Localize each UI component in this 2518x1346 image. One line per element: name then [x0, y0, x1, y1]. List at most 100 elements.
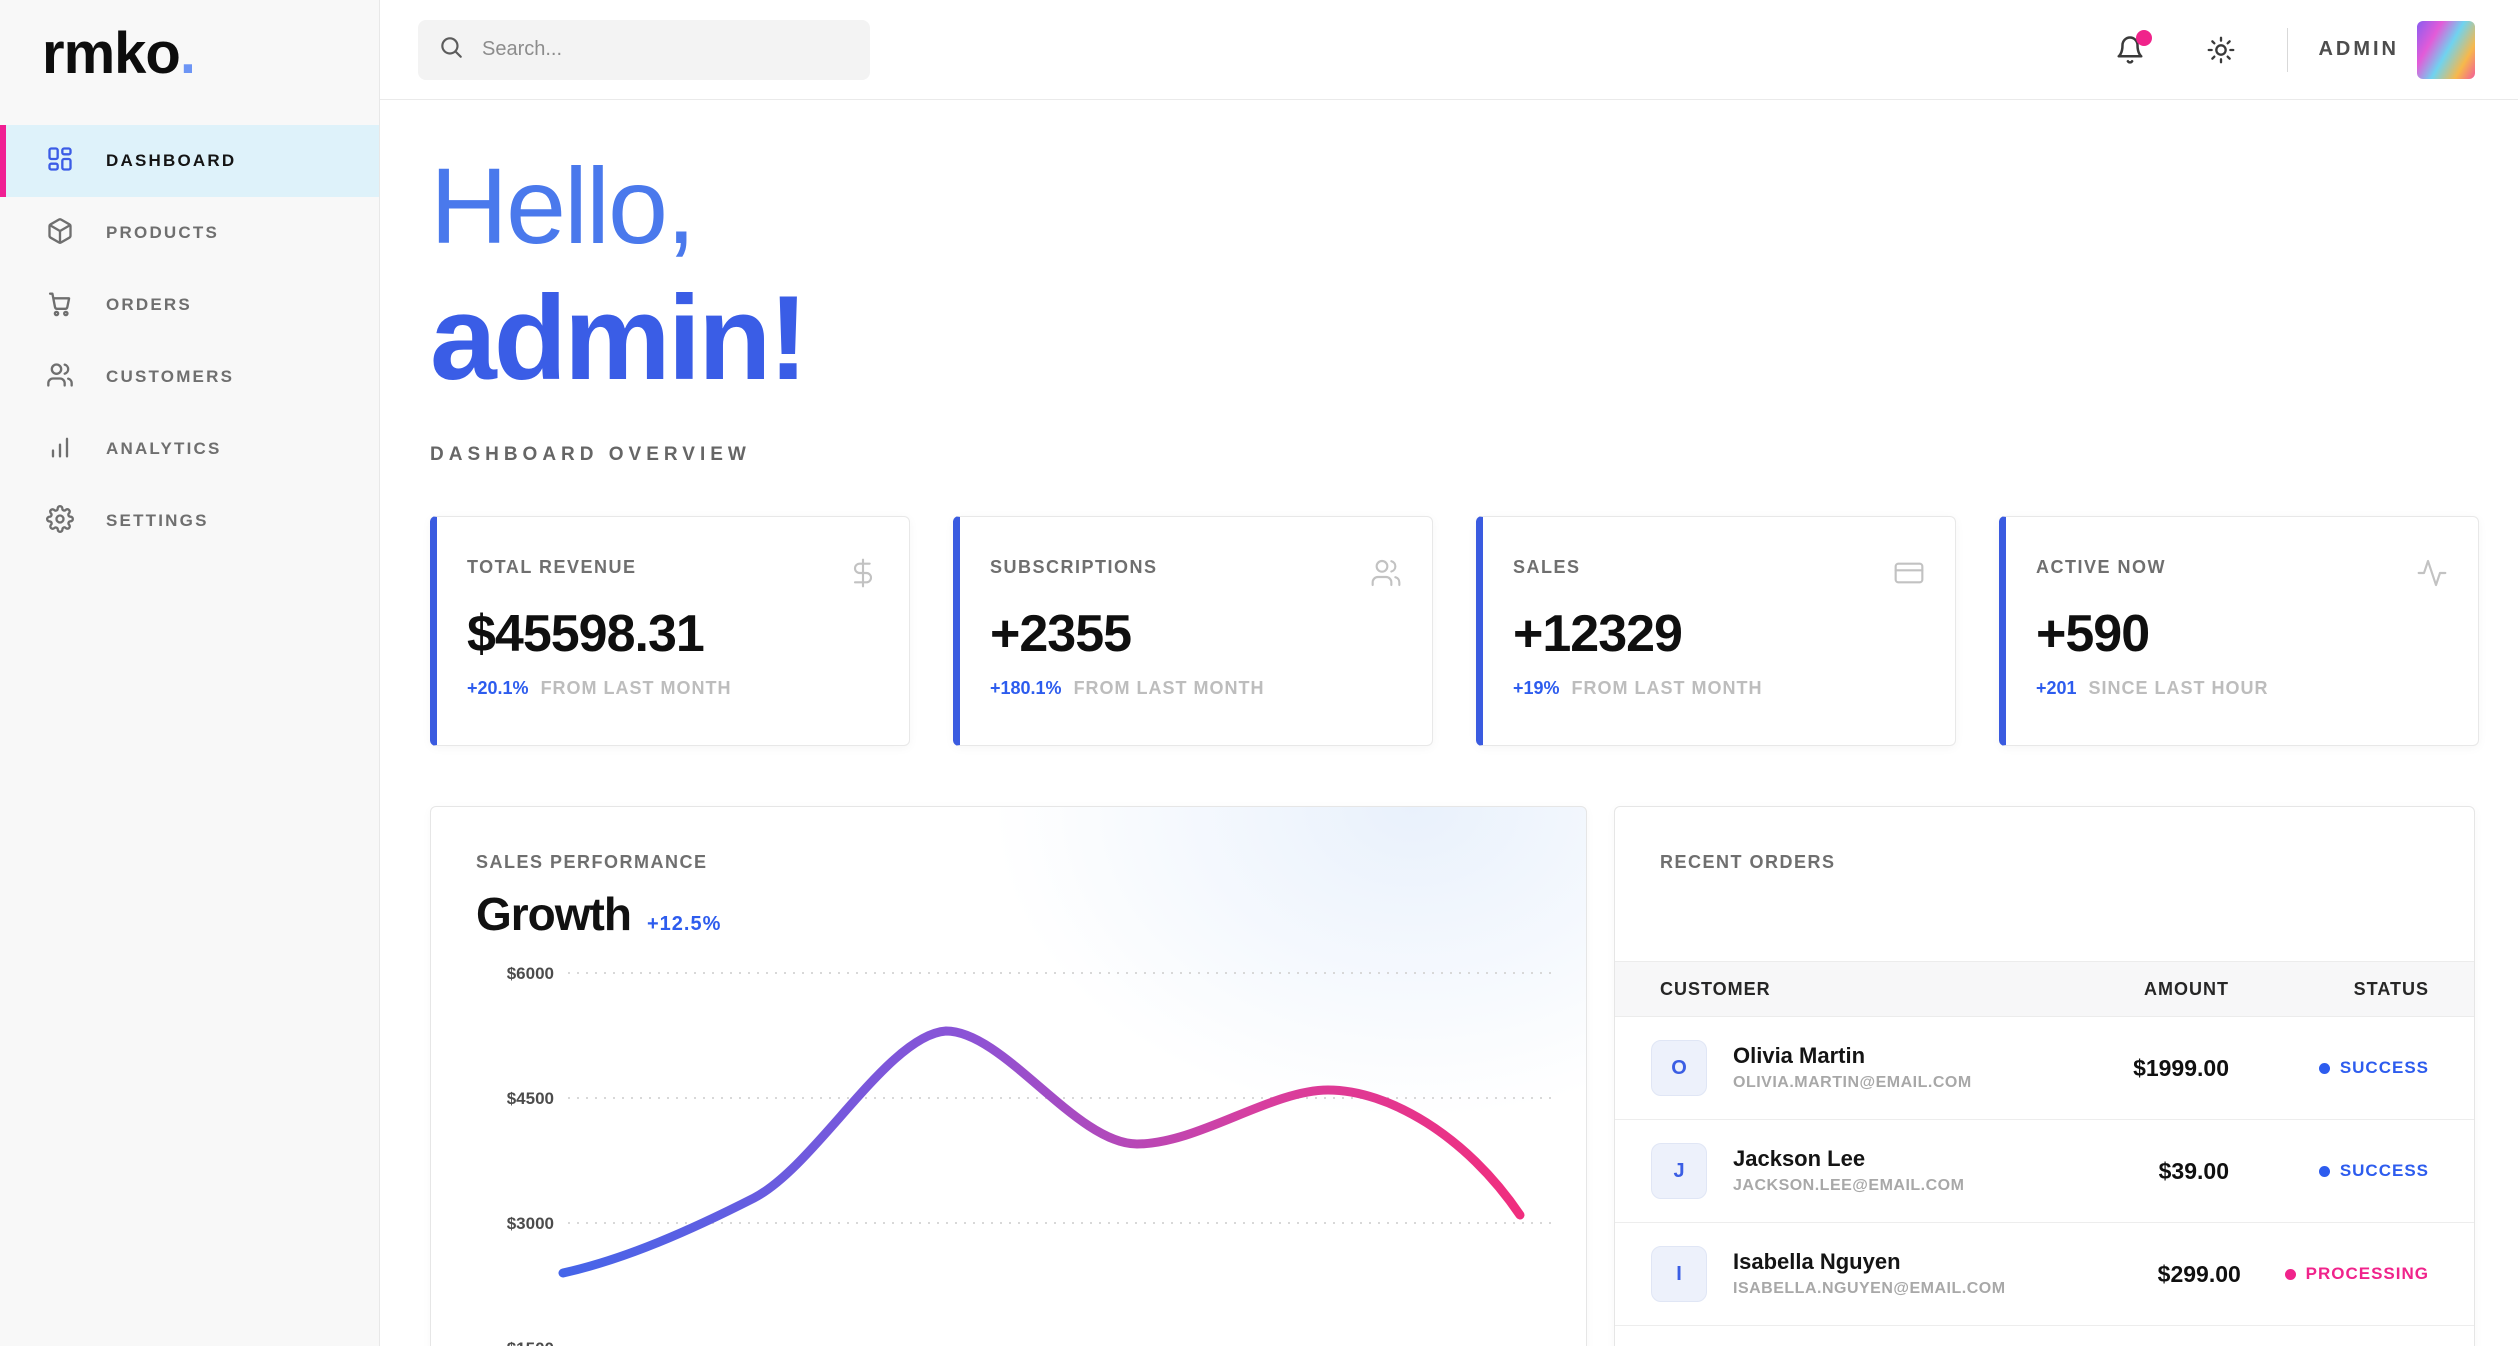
stat-value: +590: [2036, 604, 2448, 664]
sidebar-item-label: SETTINGS: [106, 511, 209, 531]
sidebar-item-customers[interactable]: CUSTOMERS: [0, 341, 379, 413]
y-tick-label: $4500: [507, 1089, 554, 1108]
y-tick-label: $3000: [507, 1214, 554, 1233]
stat-delta: +201: [2036, 678, 2077, 699]
stat-note: FROM LAST MONTH: [1074, 678, 1265, 699]
stat-delta: +19%: [1513, 678, 1560, 699]
status-badge: SUCCESS: [2229, 1058, 2429, 1078]
stat-value: +2355: [990, 604, 1402, 664]
sidebar-item-label: ORDERS: [106, 295, 192, 315]
table-row[interactable]: J Jackson Lee JACKSON.LEE@EMAIL.COM $39.…: [1615, 1120, 2474, 1223]
stat-card-active-now: ACTIVE NOW +590 +201 SINCE LAST HOUR: [1999, 516, 2479, 746]
stat-card-subscriptions: SUBSCRIPTIONS +2355 +180.1% FROM LAST MON…: [953, 516, 1433, 746]
avatar[interactable]: [2417, 21, 2475, 79]
top-bar: ADMIN: [380, 0, 2518, 100]
dashboard-grid-icon: [46, 145, 74, 178]
growth-line-series: [563, 1031, 1520, 1273]
recent-orders-card: RECENT ORDERS CUSTOMER AMOUNT STATUS O O…: [1614, 806, 2475, 1346]
status-dot-icon: [2319, 1166, 2330, 1177]
orders-title: RECENT ORDERS: [1615, 852, 2474, 873]
sidebar-item-orders[interactable]: ORDERS: [0, 269, 379, 341]
sidebar-menu: DASHBOARD PRODUCTS ORDERS CUSTOMERS: [0, 125, 379, 557]
page-subtitle: DASHBOARD OVERVIEW: [430, 444, 2479, 466]
sales-performance-card: SALES PERFORMANCE Growth +12.5%: [430, 806, 1587, 1346]
logo-text: rmko: [42, 21, 180, 86]
customer-initial-avatar: I: [1651, 1246, 1707, 1302]
orders-table-header: CUSTOMER AMOUNT STATUS: [1615, 961, 2474, 1017]
customer-name: Isabella Nguyen: [1733, 1250, 2006, 1274]
panels-row: SALES PERFORMANCE Growth +12.5%: [430, 806, 2479, 1346]
credit-card-icon: [1893, 557, 1925, 594]
greeting-line2: admin!: [430, 278, 2479, 398]
sidebar-item-label: DASHBOARD: [106, 151, 236, 171]
customer-initial-avatar: O: [1651, 1040, 1707, 1096]
sidebar-item-label: ANALYTICS: [106, 439, 222, 459]
sidebar-item-label: PRODUCTS: [106, 223, 219, 243]
table-row[interactable]: O Olivia Martin OLIVIA.MARTIN@EMAIL.COM …: [1615, 1017, 2474, 1120]
stat-title: ACTIVE NOW: [2036, 557, 2448, 578]
sidebar-item-settings[interactable]: SETTINGS: [0, 485, 379, 557]
dashboard-app: rmko. DASHBOARD PRODUCTS ORDERS: [0, 0, 2518, 1346]
sidebar-item-products[interactable]: PRODUCTS: [0, 197, 379, 269]
search-box[interactable]: [418, 20, 870, 80]
table-row[interactable]: W William Kim: [1615, 1326, 2474, 1346]
notifications-button[interactable]: [2115, 35, 2145, 65]
sun-icon: [2207, 36, 2235, 64]
stat-title: TOTAL REVENUE: [467, 557, 879, 578]
customer-email: ISABELLA.NGUYEN@EMAIL.COM: [1733, 1280, 2006, 1298]
column-header-status: STATUS: [2229, 979, 2429, 1000]
chart-growth-badge: +12.5%: [647, 913, 721, 936]
search-icon: [438, 34, 464, 65]
gear-icon: [46, 505, 74, 538]
stat-title: SALES: [1513, 557, 1925, 578]
greeting-line1: Hello,: [430, 152, 2479, 260]
status-dot-icon: [2285, 1269, 2296, 1280]
theme-toggle-button[interactable]: [2207, 36, 2235, 64]
stat-value: +12329: [1513, 604, 1925, 664]
customer-name: Jackson Lee: [1733, 1147, 1964, 1171]
order-amount: $39.00: [1979, 1158, 2229, 1185]
user-name-label: ADMIN: [2318, 38, 2399, 61]
stat-value: $45598.31: [467, 604, 879, 664]
sidebar-item-dashboard[interactable]: DASHBOARD: [0, 125, 379, 197]
header-divider: [2287, 28, 2288, 72]
y-tick-label: $6000: [507, 964, 554, 983]
stat-card-sales: SALES +12329 +19% FROM LAST MONTH: [1476, 516, 1956, 746]
growth-line-chart: $6000 $4500 $3000 $1500: [476, 957, 1563, 1346]
search-input[interactable]: [480, 37, 850, 62]
column-header-amount: AMOUNT: [1979, 979, 2229, 1000]
sidebar-item-analytics[interactable]: ANALYTICS: [0, 413, 379, 485]
customer-email: JACKSON.LEE@EMAIL.COM: [1733, 1177, 1964, 1195]
users-icon: [1370, 557, 1402, 594]
main-content: Hello, admin! DASHBOARD OVERVIEW TOTAL R…: [430, 100, 2479, 1346]
chart-title: Growth: [476, 887, 631, 941]
status-dot-icon: [2319, 1063, 2330, 1074]
notification-dot: [2136, 30, 2152, 46]
logo-dot: .: [180, 21, 195, 86]
stat-note: FROM LAST MONTH: [1572, 678, 1763, 699]
stat-delta: +180.1%: [990, 678, 1062, 699]
customer-email: OLIVIA.MARTIN@EMAIL.COM: [1733, 1074, 1972, 1092]
stat-title: SUBSCRIPTIONS: [990, 557, 1402, 578]
order-amount: $1999.00: [1979, 1055, 2229, 1082]
app-logo: rmko.: [0, 0, 379, 87]
y-tick-label: $1500: [507, 1339, 554, 1346]
activity-icon: [2416, 557, 2448, 594]
stat-note: SINCE LAST HOUR: [2089, 678, 2269, 699]
stat-delta: +20.1%: [467, 678, 529, 699]
chart-section-title: SALES PERFORMANCE: [476, 852, 1561, 873]
customer-name: Olivia Martin: [1733, 1044, 1972, 1068]
column-header-customer: CUSTOMER: [1660, 979, 1979, 1000]
header-actions: ADMIN: [2115, 21, 2475, 79]
sidebar: rmko. DASHBOARD PRODUCTS ORDERS: [0, 0, 380, 1346]
stat-card-total-revenue: TOTAL REVENUE $45598.31 +20.1%FROM LAST …: [430, 516, 910, 746]
table-row[interactable]: I Isabella Nguyen ISABELLA.NGUYEN@EMAIL.…: [1615, 1223, 2474, 1326]
package-icon: [46, 217, 74, 250]
status-badge: PROCESSING: [2241, 1264, 2429, 1284]
sidebar-item-label: CUSTOMERS: [106, 367, 234, 387]
customer-initial-avatar: J: [1651, 1143, 1707, 1199]
dollar-icon: [847, 557, 879, 594]
stat-cards-row: TOTAL REVENUE $45598.31 +20.1% FROM LAST …: [430, 516, 2479, 746]
cart-icon: [46, 289, 74, 322]
users-icon: [46, 361, 74, 394]
